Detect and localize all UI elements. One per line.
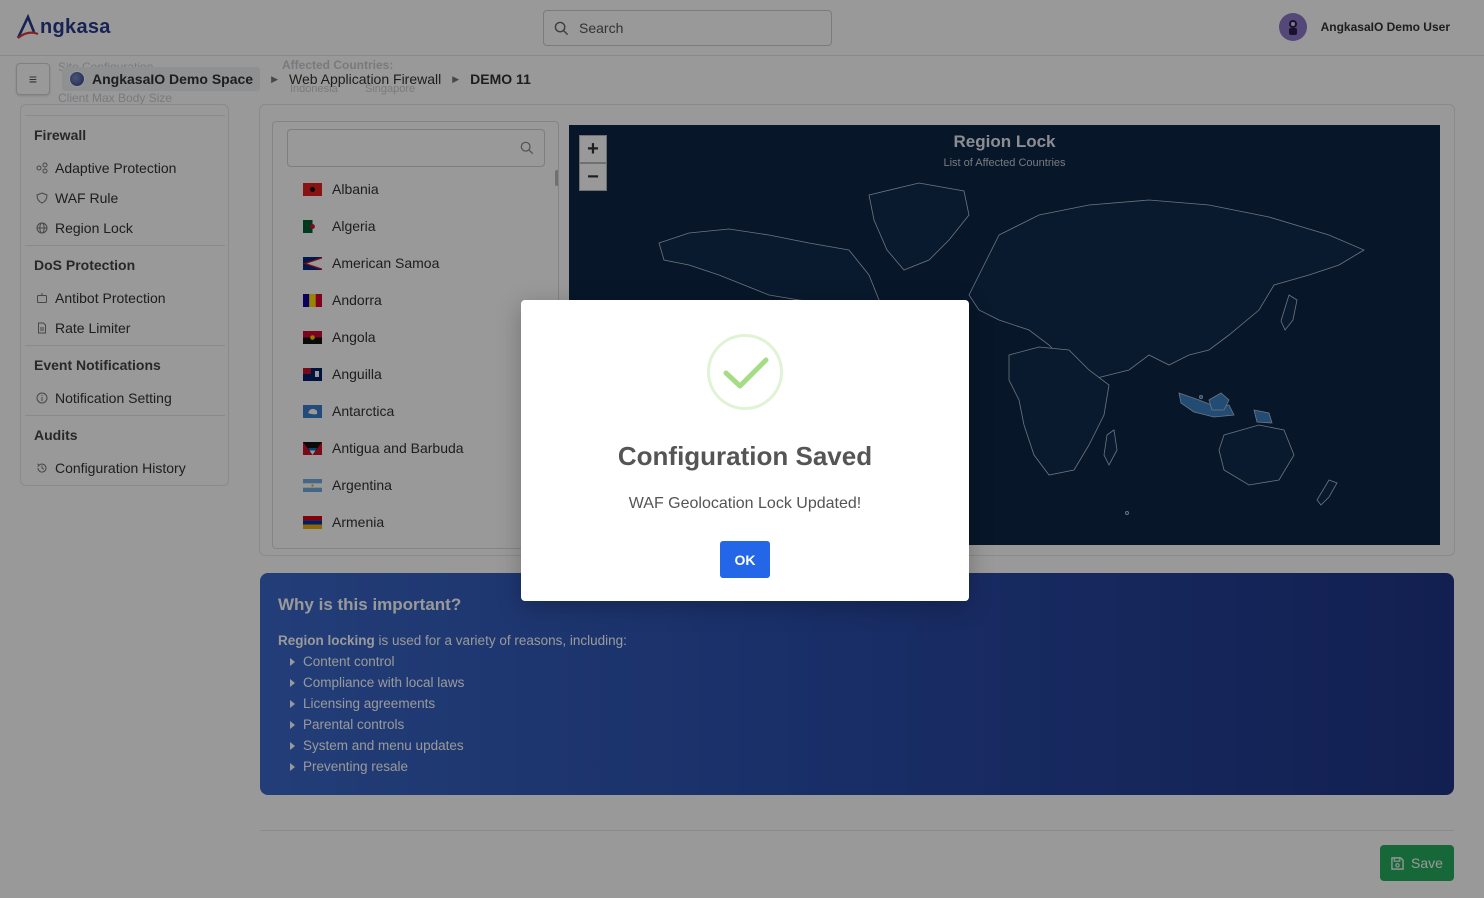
ok-button[interactable]: OK [720,541,770,578]
success-check-icon [707,334,783,410]
checkmark-icon [723,357,769,389]
configuration-saved-dialog: Configuration Saved WAF Geolocation Lock… [521,300,969,601]
dialog-title: Configuration Saved [617,441,873,471]
dialog-message: WAF Geolocation Lock Updated! [628,495,862,512]
